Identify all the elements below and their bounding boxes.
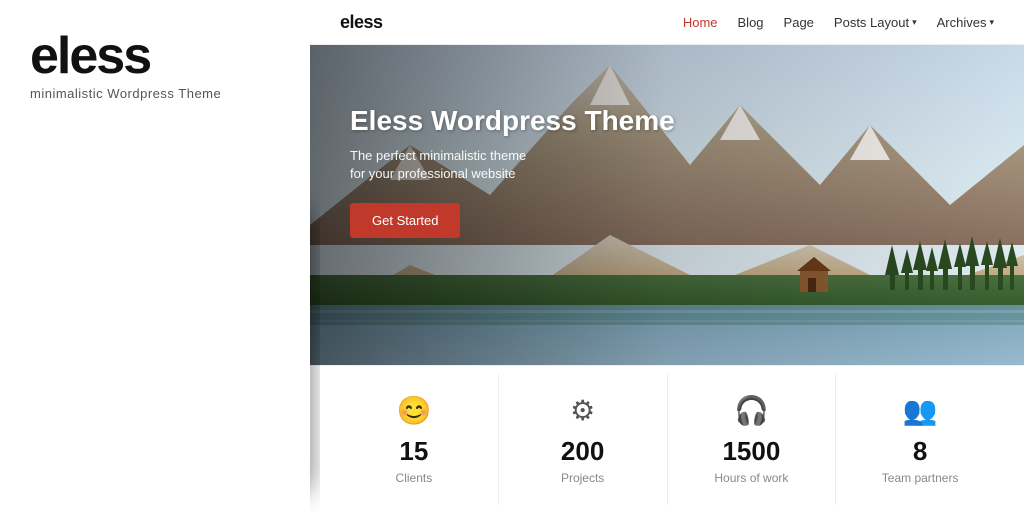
- navbar: eless Home Blog Page Posts Layout ▾ Arch…: [310, 0, 1024, 45]
- hero-content: Eless Wordpress Theme The perfect minima…: [350, 105, 675, 238]
- stat-clients-number: 15: [399, 436, 428, 467]
- archives-arrow-icon: ▾: [989, 17, 994, 28]
- hero-title: Eless Wordpress Theme: [350, 105, 675, 137]
- nav-posts-layout[interactable]: Posts Layout ▾: [834, 15, 917, 30]
- nav-home[interactable]: Home: [683, 15, 718, 30]
- hours-icon: 🎧: [734, 394, 769, 428]
- stat-projects-label: Projects: [561, 471, 604, 485]
- nav-page[interactable]: Page: [784, 15, 814, 30]
- stat-team-number: 8: [913, 436, 927, 467]
- hero-cta-button[interactable]: Get Started: [350, 203, 460, 238]
- stat-projects-number: 200: [561, 436, 604, 467]
- stat-clients-label: Clients: [396, 471, 433, 485]
- clients-icon: 😊: [396, 394, 431, 428]
- stat-team-label: Team partners: [882, 471, 959, 485]
- brand-logo: eless: [30, 30, 150, 82]
- stat-hours-number: 1500: [722, 436, 780, 467]
- stat-clients: 😊 15 Clients: [330, 374, 499, 505]
- nav-blog[interactable]: Blog: [738, 15, 764, 30]
- stats-bar: 😊 15 Clients ⚙ 200 Projects 🎧 1500 Hours…: [310, 365, 1024, 512]
- projects-icon: ⚙: [570, 394, 595, 428]
- brand-tagline: minimalistic Wordpress Theme: [30, 86, 221, 101]
- stat-team: 👥 8 Team partners: [836, 374, 1004, 505]
- posts-layout-arrow-icon: ▾: [912, 17, 917, 28]
- nav-archives[interactable]: Archives ▾: [937, 15, 994, 30]
- hero-subtitle: The perfect minimalistic themefor your p…: [350, 147, 675, 183]
- left-panel: eless minimalistic Wordpress Theme: [0, 0, 310, 512]
- stat-hours: 🎧 1500 Hours of work: [668, 374, 837, 505]
- nav-links: Home Blog Page Posts Layout ▾ Archives ▾: [683, 15, 994, 30]
- right-panel: eless Home Blog Page Posts Layout ▾ Arch…: [310, 0, 1024, 512]
- stat-projects: ⚙ 200 Projects: [499, 374, 668, 505]
- hero-section: Eless Wordpress Theme The perfect minima…: [310, 45, 1024, 365]
- nav-logo: eless: [340, 12, 383, 33]
- stat-hours-label: Hours of work: [714, 471, 788, 485]
- team-icon: 👥: [903, 394, 938, 428]
